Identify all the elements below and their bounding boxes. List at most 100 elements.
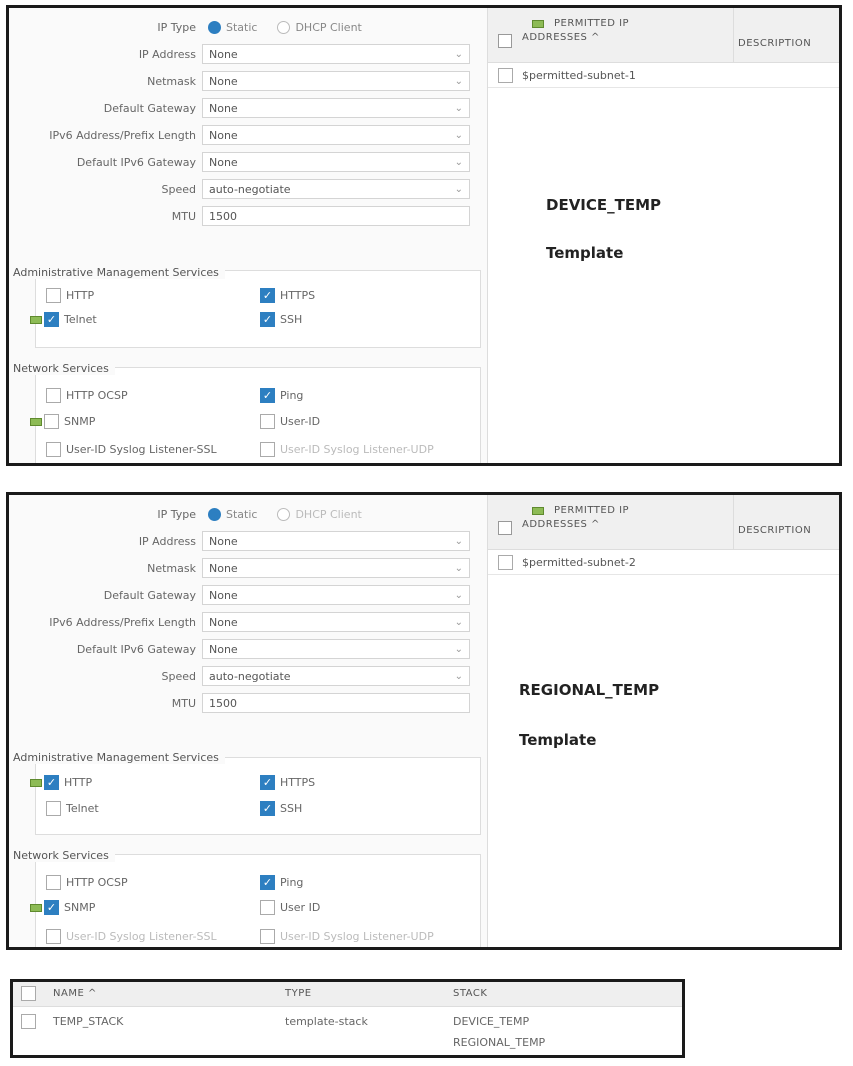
checkbox-ping[interactable]: ✓ Ping [260, 388, 303, 403]
checkbox-telnet[interactable]: Telnet [46, 801, 99, 816]
checkbox-label: HTTP OCSP [66, 389, 128, 402]
checkbox-box: ✓ [260, 801, 275, 816]
checkbox-label: User-ID [280, 415, 321, 428]
checkbox-http[interactable]: ✓ HTTP [30, 775, 92, 790]
checkbox-snmp[interactable]: SNMP [30, 414, 95, 429]
chevron-down-icon: ⌄ [454, 102, 463, 114]
netmask-select[interactable]: None ⌄ [202, 71, 470, 91]
table-header: PERMITTED IP ADDRESSES ^ DESCRIPTION [488, 495, 839, 550]
stack-column-header[interactable]: STACK [453, 988, 487, 999]
mtu-row: MTU 1500 [9, 693, 470, 713]
checkbox-syslog-udp[interactable]: User-ID Syslog Listener-UDP [260, 929, 434, 944]
speed-select[interactable]: auto-negotiate ⌄ [202, 666, 470, 686]
mtu-label: MTU [171, 696, 196, 710]
netmask-label: Netmask [147, 561, 196, 575]
ip-type-radio-group: Static DHCP Client [202, 507, 362, 521]
checkbox-syslog-ssl[interactable]: User-ID Syslog Listener-SSL [46, 442, 217, 457]
ip-address-select[interactable]: None ⌄ [202, 531, 470, 551]
row-checkbox[interactable] [21, 1014, 36, 1029]
checkbox-http[interactable]: HTTP [46, 288, 94, 303]
permitted-subnet-cell: $permitted-subnet-1 [522, 68, 636, 82]
default-gateway-label: Default Gateway [103, 101, 196, 115]
select-all-checkbox[interactable] [498, 521, 512, 535]
ip-type-label: IP Type [157, 20, 196, 34]
speed-row: Speed auto-negotiate ⌄ [9, 179, 470, 199]
table-row[interactable]: $permitted-subnet-2 [488, 550, 839, 575]
ipv6-gateway-select[interactable]: None ⌄ [202, 152, 470, 172]
radio-dhcp-client[interactable] [277, 20, 291, 34]
row-checkbox[interactable] [498, 67, 513, 83]
checkbox-ssh[interactable]: ✓ SSH [260, 801, 302, 816]
checkbox-user-id[interactable]: User ID [260, 900, 320, 915]
ipv6-address-select[interactable]: None ⌄ [202, 612, 470, 632]
select-all-checkbox[interactable] [21, 986, 36, 1001]
ip-address-label: IP Address [138, 534, 196, 548]
checkbox-label: SSH [280, 802, 303, 815]
radio-dhcp-label: DHCP Client [295, 20, 362, 34]
permitted-ip-column-header[interactable]: PERMITTED IP ADDRESSES ^ [522, 18, 722, 43]
chevron-down-icon: ⌄ [454, 643, 463, 655]
mtu-row: MTU 1500 [9, 206, 470, 226]
ipv6-gateway-select[interactable]: None ⌄ [202, 639, 470, 659]
chevron-down-icon: ⌄ [454, 156, 463, 168]
default-gateway-label: Default Gateway [103, 588, 196, 602]
ip-address-select[interactable]: None ⌄ [202, 44, 470, 64]
default-gateway-select[interactable]: None ⌄ [202, 98, 470, 118]
override-tag-icon [532, 506, 544, 515]
row-checkbox[interactable] [498, 554, 513, 570]
column-header-line2: ADDRESSES ^ [522, 32, 600, 43]
table-row[interactable]: $permitted-subnet-1 [488, 63, 839, 88]
netmask-row: Netmask None ⌄ [9, 558, 470, 578]
checkbox-box [46, 288, 61, 303]
network-services-title: Network Services [13, 849, 115, 862]
column-divider [733, 8, 734, 62]
speed-select[interactable]: auto-negotiate ⌄ [202, 179, 470, 199]
checkbox-syslog-ssl[interactable]: User-ID Syslog Listener-SSL [46, 929, 217, 944]
chevron-down-icon: ⌄ [454, 562, 463, 574]
description-column-header[interactable]: DESCRIPTION [738, 38, 811, 49]
override-tag-icon [30, 417, 42, 426]
ipv6-address-select[interactable]: None ⌄ [202, 125, 470, 145]
ip-type-row: IP Type Static DHCP Client [9, 504, 362, 524]
default-gateway-select[interactable]: None ⌄ [202, 585, 470, 605]
checkbox-https[interactable]: ✓ HTTPS [260, 288, 315, 303]
checkbox-box [46, 442, 61, 457]
radio-dhcp-client[interactable] [277, 507, 291, 521]
interface-settings-form: IP Type Static DHCP Client IP Address No… [9, 495, 487, 947]
stack-member-1: DEVICE_TEMP [453, 1015, 530, 1028]
checkbox-syslog-udp[interactable]: User-ID Syslog Listener-UDP [260, 442, 434, 457]
template-label-overlay: Template [546, 244, 624, 262]
template-name-overlay: DEVICE_TEMP [546, 196, 662, 214]
checkbox-ping[interactable]: ✓ Ping [260, 875, 303, 890]
checkbox-label: User ID [280, 901, 321, 914]
select-all-checkbox[interactable] [498, 34, 512, 48]
permitted-ip-table: PERMITTED IP ADDRESSES ^ DESCRIPTION $pe… [487, 495, 839, 947]
checkbox-snmp[interactable]: ✓ SNMP [30, 900, 95, 915]
description-column-header[interactable]: DESCRIPTION [738, 525, 811, 536]
name-column-header[interactable]: NAME ^ [53, 988, 97, 999]
radio-static[interactable] [208, 20, 221, 34]
netmask-select[interactable]: None ⌄ [202, 558, 470, 578]
checkbox-ssh[interactable]: ✓ SSH [260, 312, 302, 327]
checkbox-telnet[interactable]: ✓ Telnet [30, 312, 97, 327]
chevron-down-icon: ⌄ [454, 129, 463, 141]
column-header-line1: PERMITTED IP [554, 18, 630, 29]
checkbox-label: HTTP [66, 289, 95, 302]
admin-services-title: Administrative Management Services [13, 751, 225, 764]
template-label-overlay: Template [519, 731, 597, 749]
mtu-input[interactable]: 1500 [202, 693, 470, 713]
checkbox-https[interactable]: ✓ HTTPS [260, 775, 315, 790]
radio-static[interactable] [208, 507, 221, 521]
checkbox-box [260, 442, 275, 457]
checkbox-user-id[interactable]: User-ID [260, 414, 320, 429]
checkbox-label: Telnet [64, 313, 97, 326]
speed-label: Speed [161, 669, 196, 683]
ipv6-address-label: IPv6 Address/Prefix Length [49, 615, 196, 629]
checkbox-http-ocsp[interactable]: HTTP OCSP [46, 875, 128, 890]
mtu-input[interactable]: 1500 [202, 206, 470, 226]
permitted-ip-column-header[interactable]: PERMITTED IP ADDRESSES ^ [522, 505, 722, 530]
type-column-header[interactable]: TYPE [285, 988, 312, 999]
checkbox-http-ocsp[interactable]: HTTP OCSP [46, 388, 128, 403]
ipv6-gateway-label: Default IPv6 Gateway [76, 642, 196, 656]
checkbox-label: SSH [280, 313, 303, 326]
